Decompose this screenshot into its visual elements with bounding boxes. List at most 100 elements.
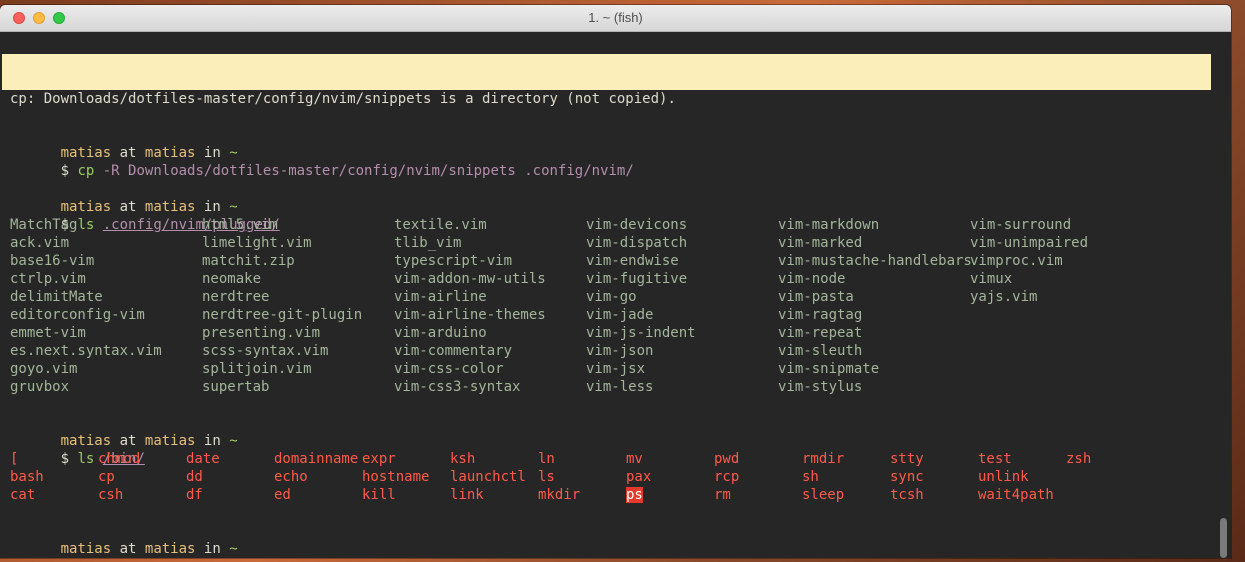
plugin-directory: vim-go	[586, 289, 637, 305]
plugin-directory: vim-jsx	[586, 361, 646, 377]
plugin-directory: vim-ragtag	[778, 307, 863, 323]
window-title: 1. ~ (fish)	[588, 10, 643, 25]
prompt-line: matias at matias in ~	[2, 54, 1211, 89]
bin-entry: dd	[186, 469, 203, 485]
command-flag: -R	[102, 163, 120, 179]
bin-entry: ed	[274, 487, 291, 503]
prompt-line: matias at matias in ~	[10, 180, 238, 215]
command-line: $ cp -R Downloads/dotfiles-master/config…	[10, 144, 634, 179]
plugin-directory: vim-markdown	[778, 217, 880, 233]
error-output: cp: Downloads/dotfiles-master/config/nvi…	[10, 91, 676, 107]
plugin-directory: es.next.syntax.vim	[10, 343, 162, 359]
plugin-directory: vim-css3-syntax	[394, 379, 521, 395]
plugin-directory: vim-less	[586, 379, 654, 395]
plugin-directory: ack.vim	[10, 235, 70, 251]
plugin-directory: vim-devicons	[586, 217, 688, 233]
plugin-directory: vim-arduino	[394, 325, 487, 341]
plugin-directory: vim-css-color	[394, 361, 504, 377]
prompt-line: matias at matias in ~	[10, 522, 238, 557]
bin-entry: expr	[362, 451, 396, 467]
terminal-content[interactable]: matias at matias in ~ $ cp Downloads/dot…	[0, 32, 1231, 558]
prompt-host: matias	[144, 433, 196, 449]
bin-entry: rmdir	[802, 451, 845, 467]
plugin-directory: vim-addon-mw-utils	[394, 271, 546, 287]
plugin-directory: vim-jade	[586, 307, 654, 323]
bin-entry: tcsh	[890, 487, 924, 503]
plugin-directory: vim-commentary	[394, 343, 513, 359]
bin-entry: domainname	[274, 451, 359, 467]
command-argument: .config/nvim/	[524, 163, 634, 179]
plugin-directory: base16-vim	[10, 253, 95, 269]
bin-entry: ps	[626, 487, 643, 503]
bin-entry: rm	[714, 487, 731, 503]
bin-entry: csh	[98, 487, 124, 503]
plugin-directory: MatchTag	[10, 217, 78, 233]
plugin-directory: limelight.vim	[202, 235, 312, 251]
bin-entry: date	[186, 451, 220, 467]
prompt-in: in	[203, 433, 221, 449]
bin-entry: cp	[98, 469, 115, 485]
bin-entry: [	[10, 451, 19, 467]
command-line: $ ls .config/nvim/plugged/	[10, 198, 280, 233]
bin-entry: launchctl	[450, 469, 526, 485]
bin-entry: rcp	[714, 469, 740, 485]
title-bar[interactable]: 1. ~ (fish)	[0, 5, 1231, 32]
bin-entry: bash	[10, 469, 44, 485]
prompt-symbol: $	[60, 451, 70, 467]
command: ls	[77, 217, 95, 233]
bin-entry: sync	[890, 469, 924, 485]
plugin-directory: nerdtree-git-plugin	[202, 307, 363, 323]
bin-entry: ksh	[450, 451, 476, 467]
plugin-directory: vim-fugitive	[586, 271, 688, 287]
plugin-directory: typescript-vim	[394, 253, 513, 269]
command-argument: Downloads/dotfiles-master/config/nvim/sn…	[128, 163, 516, 179]
plugin-directory: vimproc.vim	[970, 253, 1063, 269]
terminal-window[interactable]: 1. ~ (fish) matias at matias in ~ $ cp D…	[0, 5, 1231, 558]
plugin-directory: vim-mustache-handlebars	[778, 253, 972, 269]
plugin-directory: yajs.vim	[970, 289, 1038, 305]
bin-entry: df	[186, 487, 203, 503]
plugin-directory: vim-unimpaired	[970, 235, 1089, 251]
bin-entry: ls	[538, 469, 555, 485]
plugin-directory: vim-airline-themes	[394, 307, 546, 323]
bin-entry: chmod	[98, 451, 141, 467]
prompt-host: matias	[144, 541, 196, 557]
plugin-directory: html5.vim	[202, 217, 278, 233]
plugin-directory: ctrlp.vim	[10, 271, 86, 287]
plugin-directory: vim-js-indent	[586, 325, 696, 341]
plugin-directory: matchit.zip	[202, 253, 295, 269]
plugin-directory: emmet-vim	[10, 325, 86, 341]
plugin-directory: tlib_vim	[394, 235, 462, 251]
plugin-directory: vim-node	[778, 271, 846, 287]
prompt-at: at	[119, 541, 137, 557]
plugin-directory: vim-marked	[778, 235, 863, 251]
plugin-directory: vim-endwise	[586, 253, 679, 269]
command: ls	[77, 451, 95, 467]
plugin-directory: vim-pasta	[778, 289, 854, 305]
bin-entry: pwd	[714, 451, 740, 467]
plugin-directory: splitjoin.vim	[202, 361, 312, 377]
bin-entry: unlink	[978, 469, 1029, 485]
plugin-directory: textile.vim	[394, 217, 487, 233]
command-line[interactable]: $	[10, 540, 79, 558]
plugin-directory: vim-surround	[970, 217, 1072, 233]
bin-entry: pax	[626, 469, 652, 485]
bin-entry: kill	[362, 487, 396, 503]
plugin-directory: presenting.vim	[202, 325, 321, 341]
plugin-directory: vim-airline	[394, 289, 487, 305]
plugin-directory: vim-stylus	[778, 379, 863, 395]
plugin-directory: vim-sleuth	[778, 343, 863, 359]
prompt-dir: ~	[229, 541, 238, 557]
plugin-directory: vimux	[970, 271, 1013, 287]
command-line: $ cp Downloads/dotfiles-master/config/nv…	[2, 72, 1211, 107]
bin-entry: cat	[10, 487, 36, 503]
plugin-directory: supertab	[202, 379, 270, 395]
scrollbar[interactable]	[1220, 518, 1227, 558]
bin-entry: sleep	[802, 487, 845, 503]
bin-entry: echo	[274, 469, 308, 485]
prompt-in: in	[203, 541, 221, 557]
bin-entry: zsh	[1066, 451, 1092, 467]
plugin-directory: nerdtree	[202, 289, 270, 305]
plugin-directory: goyo.vim	[10, 361, 78, 377]
plugin-directory: vim-json	[586, 343, 654, 359]
